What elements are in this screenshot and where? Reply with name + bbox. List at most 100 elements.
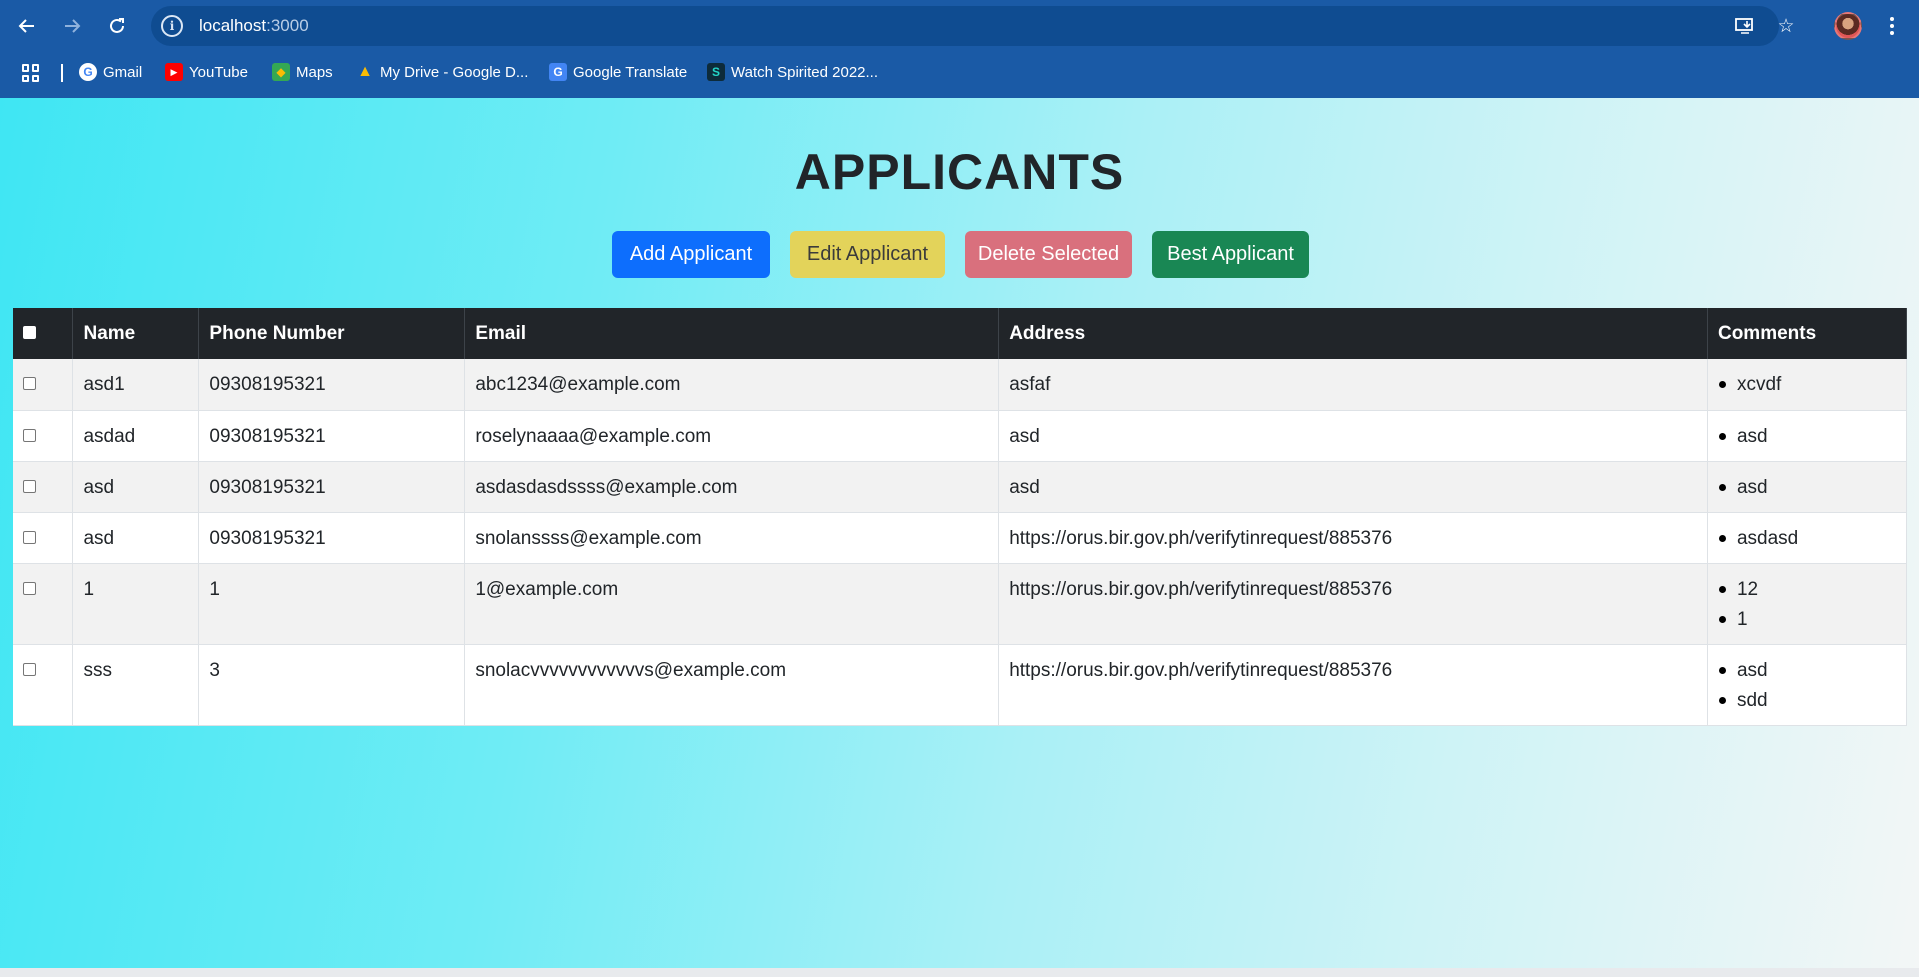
youtube-icon: ▶	[165, 63, 183, 81]
bookmarks-bar: G Gmail ▶ YouTube ◆ Maps ▲ My Drive - Go…	[0, 56, 1919, 88]
bookmark-gmail[interactable]: G Gmail	[79, 60, 142, 84]
install-app-icon[interactable]	[1731, 12, 1759, 40]
cell-phone: 09308195321	[198, 512, 466, 564]
header-email: Email	[464, 308, 1000, 359]
bookmark-label: Google Translate	[573, 63, 688, 81]
bookmarks-separator	[61, 64, 63, 82]
bookmark-label: Gmail	[103, 63, 143, 81]
cell-email: 1@example.com	[464, 563, 1000, 645]
table-header-row: Name Phone Number Email Address Comments	[13, 308, 1908, 359]
cell-email: snolanssss@example.com	[464, 512, 1000, 564]
cell-name: 1	[72, 563, 200, 645]
row-checkbox[interactable]	[23, 377, 36, 390]
row-checkbox[interactable]	[23, 479, 36, 493]
header-comments: Comments	[1707, 308, 1908, 359]
profile-avatar[interactable]	[1834, 12, 1862, 40]
row-checkbox[interactable]	[23, 581, 36, 595]
bookmark-youtube[interactable]: ▶ YouTube	[165, 60, 248, 84]
cell-email: abc1234@example.com	[464, 359, 1000, 411]
comment-item: asd	[1718, 478, 1896, 497]
comment-item: asdasd	[1718, 529, 1896, 548]
edit-applicant-button[interactable]: Edit Applicant	[790, 231, 945, 278]
bookmark-drive[interactable]: ▲ My Drive - Google D...	[356, 60, 528, 84]
site-info-icon[interactable]: i	[161, 15, 183, 37]
table-row: 1 1 1@example.com https://orus.bir.gov.p…	[13, 563, 1908, 645]
translate-icon: G	[549, 63, 567, 81]
comment-item: xcvdf	[1718, 375, 1896, 394]
comment-item: sdd	[1718, 691, 1896, 710]
cell-phone: 09308195321	[198, 461, 466, 513]
cell-phone: 09308195321	[198, 410, 466, 462]
table-row: asd 09308195321 asdasdasdssss@example.co…	[13, 461, 1908, 513]
url-text: localhost:3000	[199, 16, 309, 35]
taskbar-strip	[0, 968, 1919, 977]
forward-button[interactable]	[56, 10, 88, 42]
applicants-table: Name Phone Number Email Address Comments…	[13, 308, 1908, 726]
address-bar[interactable]: i localhost:3000	[151, 6, 1779, 46]
browser-chrome: i localhost:3000 ☆ G Gmail ▶ YouTube ◆ M…	[0, 0, 1919, 98]
row-checkbox[interactable]	[23, 428, 36, 442]
table-row: asdad 09308195321 roselynaaaa@example.co…	[13, 410, 1908, 462]
bookmark-maps[interactable]: ◆ Maps	[272, 60, 333, 84]
cell-address: https://orus.bir.gov.ph/verifytinrequest…	[998, 563, 1708, 645]
header-address: Address	[998, 308, 1708, 359]
bookmark-translate[interactable]: G Google Translate	[549, 60, 687, 84]
cell-email: roselynaaaa@example.com	[464, 410, 1000, 462]
header-phone: Phone Number	[198, 308, 466, 359]
browser-menu-button[interactable]	[1880, 10, 1904, 42]
comment-item: 12	[1718, 580, 1896, 599]
cell-phone: 09308195321	[198, 359, 466, 411]
cell-address: asd	[998, 410, 1708, 462]
cell-phone: 1	[198, 563, 466, 645]
comment-item: asd	[1718, 427, 1896, 446]
bookmark-label: YouTube	[189, 63, 248, 81]
delete-selected-button[interactable]: Delete Selected	[965, 231, 1132, 278]
best-applicant-button[interactable]: Best Applicant	[1152, 231, 1309, 278]
cell-name: sss	[72, 644, 200, 726]
reload-icon	[110, 18, 124, 33]
row-checkbox[interactable]	[23, 530, 36, 544]
bookmark-label: Maps	[296, 63, 333, 81]
arrow-right-icon	[65, 19, 81, 33]
google-icon: G	[79, 63, 97, 81]
cell-email: snolacvvvvvvvvvvvvs@example.com	[464, 644, 1000, 726]
cell-name: asd	[72, 512, 200, 564]
cell-address: asd	[998, 461, 1708, 513]
spirited-icon: S	[707, 63, 725, 81]
cell-comments: asd	[1707, 410, 1908, 462]
cell-phone: 3	[198, 644, 466, 726]
browser-toolbar: i localhost:3000 ☆	[0, 0, 1919, 52]
cell-email: asdasdasdssss@example.com	[464, 461, 1000, 513]
bookmark-star-icon[interactable]: ☆	[1772, 12, 1800, 40]
select-all-cell	[13, 308, 74, 359]
header-name: Name	[72, 308, 200, 359]
cell-comments: 12 1	[1707, 563, 1908, 645]
cell-comments: xcvdf	[1707, 359, 1908, 411]
cell-name: asdad	[72, 410, 200, 462]
row-checkbox[interactable]	[23, 662, 36, 676]
drive-icon: ▲	[357, 63, 373, 80]
cell-comments: asdasd	[1707, 512, 1908, 564]
cell-address: asfaf	[998, 359, 1708, 411]
page-title: APPLICANTS	[794, 144, 1125, 200]
bookmark-label: Watch Spirited 2022...	[731, 63, 879, 81]
page-content: APPLICANTS Add Applicant Edit Applicant …	[0, 98, 1919, 968]
cell-name: asd1	[72, 359, 200, 411]
cell-comments: asd	[1707, 461, 1908, 513]
cell-comments: asd sdd	[1707, 644, 1908, 726]
table-row: asd1 09308195321 abc1234@example.com asf…	[13, 359, 1908, 411]
reload-button[interactable]	[101, 10, 133, 42]
apps-grid-icon[interactable]	[22, 64, 40, 82]
maps-icon: ◆	[272, 63, 290, 81]
comment-item: asd	[1718, 661, 1896, 680]
back-button[interactable]	[11, 10, 43, 42]
cell-address: https://orus.bir.gov.ph/verifytinrequest…	[998, 644, 1708, 726]
add-applicant-button[interactable]: Add Applicant	[612, 231, 770, 278]
arrow-left-icon	[18, 19, 34, 33]
cell-name: asd	[72, 461, 200, 513]
bookmark-spirited[interactable]: S Watch Spirited 2022...	[707, 60, 878, 84]
table-row: sss 3 snolacvvvvvvvvvvvvs@example.com ht…	[13, 644, 1908, 726]
comment-item: 1	[1718, 610, 1896, 629]
select-all-checkbox[interactable]	[23, 326, 36, 339]
cell-address: https://orus.bir.gov.ph/verifytinrequest…	[998, 512, 1708, 564]
